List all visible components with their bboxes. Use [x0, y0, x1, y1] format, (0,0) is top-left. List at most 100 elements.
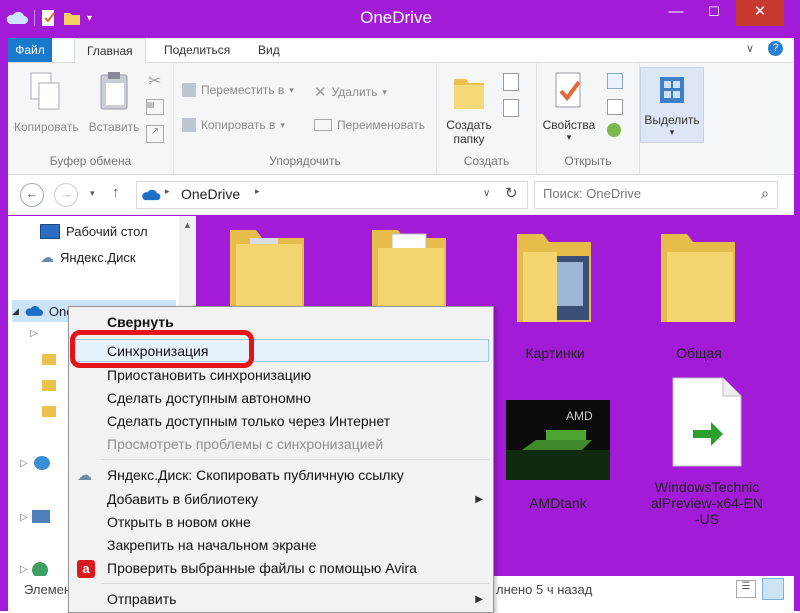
search-input[interactable]: Поиск: OneDrive ⌕ [534, 181, 778, 209]
maximize-button[interactable]: ☐ [692, 0, 736, 26]
address-bar[interactable]: ▸ OneDrive ▸ ∨ ↻ [136, 181, 528, 209]
onedrive-cloud-icon [142, 189, 161, 201]
copy-to-label: Копировать в [201, 118, 276, 132]
copy-button[interactable]: Копировать [14, 71, 79, 134]
properties-button[interactable]: Свойства ▾ [539, 71, 599, 143]
move-to-label: Переместить в [201, 83, 285, 97]
cut-icon[interactable]: ✂ [148, 71, 161, 91]
up-icon[interactable]: ↑ [112, 184, 120, 201]
forward-button[interactable]: → [54, 183, 78, 207]
onedrive-cloud-icon [25, 305, 43, 316]
folder-item-pictures[interactable]: Картинки [510, 226, 600, 361]
copy-to-icon [182, 118, 196, 132]
tab-view[interactable]: Вид [246, 38, 292, 62]
folder-icon [42, 380, 56, 391]
close-button[interactable]: ✕ [736, 0, 784, 26]
folder-icon[interactable] [370, 226, 450, 316]
nav-desktop-label: Рабочий стол [66, 224, 148, 239]
expand-icon[interactable]: ▷ [20, 458, 28, 469]
rename-button[interactable]: Переименовать [314, 118, 425, 132]
menu-item-make-offline[interactable]: Сделать доступным автономно [69, 387, 493, 410]
copy-label: Копировать [14, 120, 79, 134]
open-group: Свойства ▾ Открыть [537, 63, 640, 174]
recent-locations-dropdown[interactable]: ▾ [90, 188, 95, 199]
expand-icon[interactable]: ▷ [20, 564, 28, 575]
new-folder-button[interactable]: Создать папку [441, 71, 497, 146]
file-name-line-1: WindowsTechnic [654, 479, 760, 495]
avira-icon: a [77, 560, 95, 578]
nav-item-desktop[interactable]: Рабочий стол [40, 224, 148, 239]
file-name-line-3: -US [694, 511, 720, 527]
file-item-amdtank[interactable]: AMD AMDtank [506, 400, 610, 511]
select-label: Выделить [644, 113, 700, 127]
menu-item-online-only[interactable]: Сделать доступным только через Интернет [69, 410, 493, 433]
select-button[interactable]: Выделить ▾ [640, 67, 704, 143]
folder-item-public[interactable]: Общая [654, 226, 744, 361]
large-icons-view-icon[interactable] [762, 578, 784, 600]
copy-to-button[interactable]: Копировать в ▾ [182, 118, 285, 132]
move-to-icon [182, 83, 196, 97]
pictures-folder-icon [517, 234, 591, 322]
address-location[interactable]: OneDrive [181, 186, 240, 202]
file-name-line-2: alPreview-x64-EN [650, 495, 764, 511]
homegroup-icon [34, 456, 50, 470]
expand-icon[interactable]: ▷ [30, 328, 38, 339]
paste-button[interactable]: Вставить [86, 71, 142, 134]
ribbon-tabs: Файл Главная Поделиться Вид ∨ ? [8, 38, 794, 64]
delete-button[interactable]: ✕ Удалить ▾ [314, 83, 387, 101]
new-item-icon[interactable] [503, 73, 519, 91]
history-icon[interactable] [607, 123, 621, 137]
paste-label: Вставить [88, 120, 140, 134]
rename-label: Переименовать [337, 118, 425, 132]
refresh-icon[interactable]: ↻ [505, 184, 518, 202]
forward-icon: → [59, 186, 73, 201]
file-name: AMDtank [529, 495, 587, 511]
tab-home[interactable]: Главная [74, 38, 146, 64]
menu-item-open-new-window[interactable]: Открыть в новом окне [69, 511, 493, 534]
shortcut-file-icon [672, 377, 742, 467]
ribbon: Копировать Вставить ✂ ▤ ↗ Буфер обмена П… [8, 63, 794, 175]
delete-icon: ✕ [314, 84, 327, 101]
menu-item-scan-avira[interactable]: a Проверить выбранные файлы с помощью Av… [69, 557, 493, 580]
tab-share[interactable]: Поделиться [152, 38, 242, 62]
edit-icon[interactable] [607, 99, 623, 115]
nav-item-yadisk[interactable]: ☁ Яндекс.Диск [40, 249, 136, 266]
title-bar: ▾ OneDrive — ☐ ✕ [0, 0, 792, 38]
search-placeholder: Поиск: OneDrive [543, 186, 642, 201]
properties-label: Свойства [542, 118, 596, 132]
help-icon[interactable]: ? [768, 41, 783, 56]
menu-separator [101, 583, 489, 584]
copy-path-icon[interactable]: ▤ [146, 99, 164, 115]
search-icon[interactable]: ⌕ [761, 185, 769, 202]
open-icon[interactable] [607, 73, 623, 89]
file-item-windows-preview[interactable]: WindowsTechnic alPreview-x64-EN -US [644, 376, 770, 527]
easy-access-icon[interactable] [503, 99, 519, 117]
menu-item-yadisk-link[interactable]: ☁ Яндекс.Диск: Скопировать публичную ссы… [69, 464, 493, 487]
details-view-icon[interactable]: ☰ [736, 580, 756, 598]
address-dropdown[interactable]: ∨ [483, 188, 490, 199]
address-bar-row: ← → ▾ ↑ ▸ OneDrive ▸ ∨ ↻ Поиск: OneDrive… [8, 175, 794, 215]
menu-item-send-to[interactable]: Отправить ▶ [69, 588, 493, 611]
svg-text:AMD: AMD [566, 409, 593, 423]
folder-icon[interactable] [228, 226, 308, 316]
amdtank-thumbnail-icon: AMD [506, 400, 610, 480]
menu-item-pin-to-start[interactable]: Закрепить на начальном экране [69, 534, 493, 557]
file-name: Общая [676, 345, 722, 361]
menu-item-add-to-library[interactable]: Добавить в библиотеку ▶ [69, 488, 493, 511]
tab-file[interactable]: Файл [8, 38, 52, 62]
highlight-ring [70, 330, 254, 368]
submenu-arrow-icon: ▶ [475, 594, 483, 605]
properties-icon [555, 72, 581, 108]
yadisk-icon: ☁ [77, 467, 92, 484]
new-folder-label-1: Создать [446, 118, 492, 132]
file-name: Картинки [525, 345, 585, 361]
back-button[interactable]: ← [20, 183, 44, 207]
organize-group-label: Упорядочить [269, 154, 341, 168]
move-to-button[interactable]: Переместить в ▾ [182, 83, 294, 97]
paste-shortcut-icon[interactable]: ↗ [146, 125, 164, 143]
folder-icon [42, 406, 56, 417]
delete-label: Удалить [331, 85, 378, 99]
copy-icon [30, 72, 60, 110]
expand-icon[interactable]: ▷ [20, 512, 28, 523]
collapse-ribbon-icon[interactable]: ∨ [746, 42, 754, 55]
